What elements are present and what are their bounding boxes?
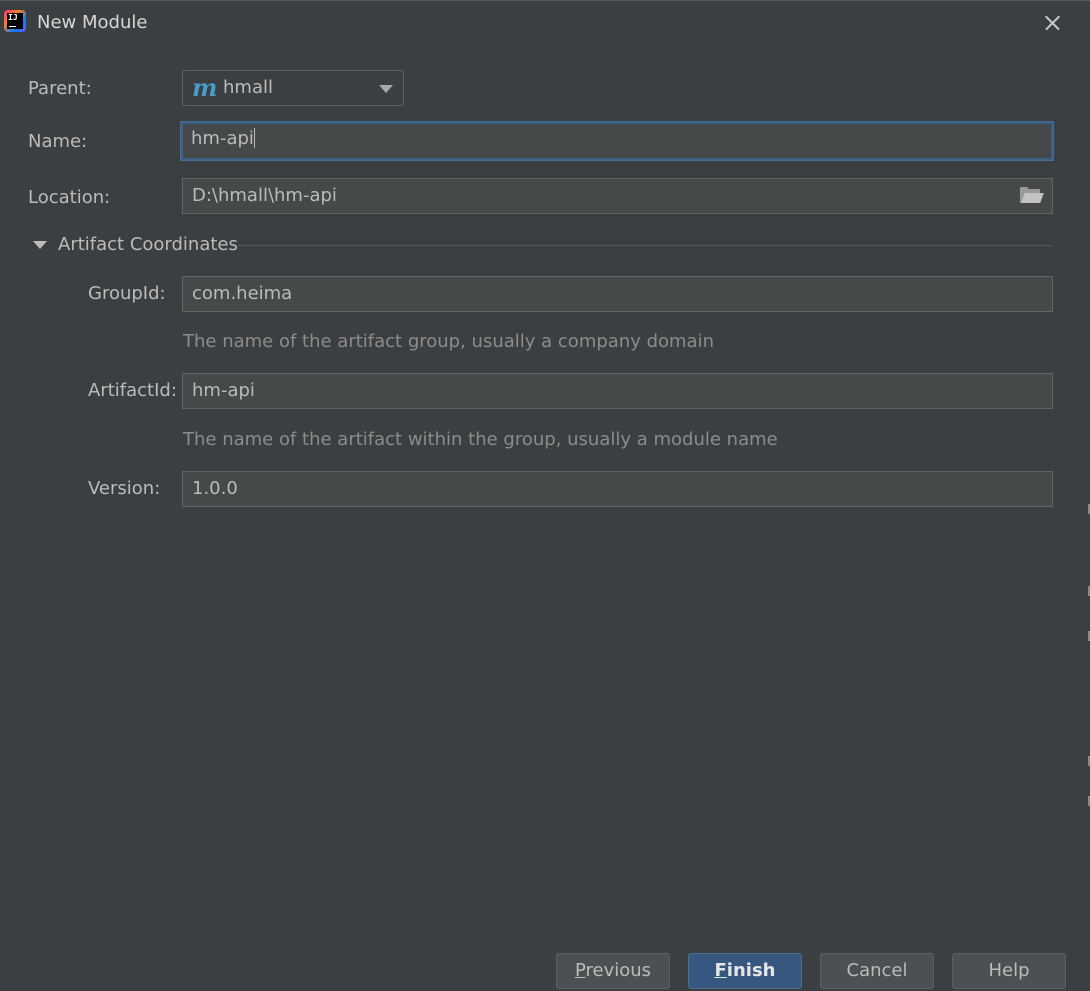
chevron-down-icon: [379, 85, 393, 93]
title-bar: IJ New Module: [0, 1, 1090, 45]
artifact-coordinates-title: Artifact Coordinates: [58, 234, 238, 255]
section-divider: [238, 245, 1052, 246]
background-window-edge: [1084, 586, 1090, 596]
background-window-edge: [1084, 756, 1090, 766]
version-input[interactable]: 1.0.0: [182, 471, 1053, 507]
background-window-edge: [1084, 631, 1090, 641]
name-input[interactable]: hm-api: [181, 122, 1053, 160]
artifact-coordinates-toggle[interactable]: Artifact Coordinates: [28, 233, 1054, 259]
previous-button[interactable]: Previous: [556, 953, 670, 989]
chevron-down-icon: [33, 241, 47, 249]
previous-label: revious: [585, 960, 652, 981]
close-icon[interactable]: [1040, 11, 1064, 35]
artifactid-input[interactable]: hm-api: [182, 373, 1053, 409]
cancel-button[interactable]: Cancel: [820, 953, 934, 989]
artifactid-hint: The name of the artifact within the grou…: [183, 429, 778, 450]
previous-mnemonic: P: [574, 960, 586, 981]
folder-front: [1021, 193, 1044, 203]
help-button[interactable]: Help: [952, 953, 1066, 989]
background-window-edge: [1084, 504, 1090, 514]
window-title: New Module: [37, 12, 148, 33]
parent-label: Parent:: [28, 78, 92, 99]
text-caret: [253, 128, 255, 148]
parent-select-value: hmall: [223, 77, 273, 98]
artifactid-label: ArtifactId:: [88, 380, 177, 401]
groupid-hint: The name of the artifact group, usually …: [183, 331, 714, 352]
groupid-input-value: com.heima: [192, 283, 293, 304]
name-label: Name:: [28, 131, 88, 152]
finish-mnemonic: F: [714, 960, 727, 981]
finish-label: inish: [726, 960, 776, 981]
location-input[interactable]: D:\hmall\hm-api: [182, 178, 1053, 214]
finish-button[interactable]: Finish: [688, 953, 802, 989]
intellij-icon: IJ: [4, 10, 26, 32]
version-input-value: 1.0.0: [192, 478, 238, 499]
version-label: Version:: [88, 478, 161, 499]
background-window-edge: [1084, 796, 1090, 806]
groupid-input[interactable]: com.heima: [182, 276, 1053, 312]
artifactid-input-value: hm-api: [192, 380, 255, 401]
location-input-value: D:\hmall\hm-api: [192, 185, 337, 206]
location-label: Location:: [28, 187, 111, 208]
maven-icon: m: [192, 73, 218, 102]
parent-select[interactable]: m hmall: [182, 70, 404, 106]
new-module-dialog: IJ New Module Parent: m hmall Name: hm-a…: [0, 0, 1090, 991]
name-input-value: hm-api: [191, 128, 254, 149]
folder-open-icon[interactable]: [1020, 187, 1044, 203]
intellij-icon-text: IJ: [7, 13, 23, 29]
groupid-label: GroupId:: [88, 283, 166, 304]
